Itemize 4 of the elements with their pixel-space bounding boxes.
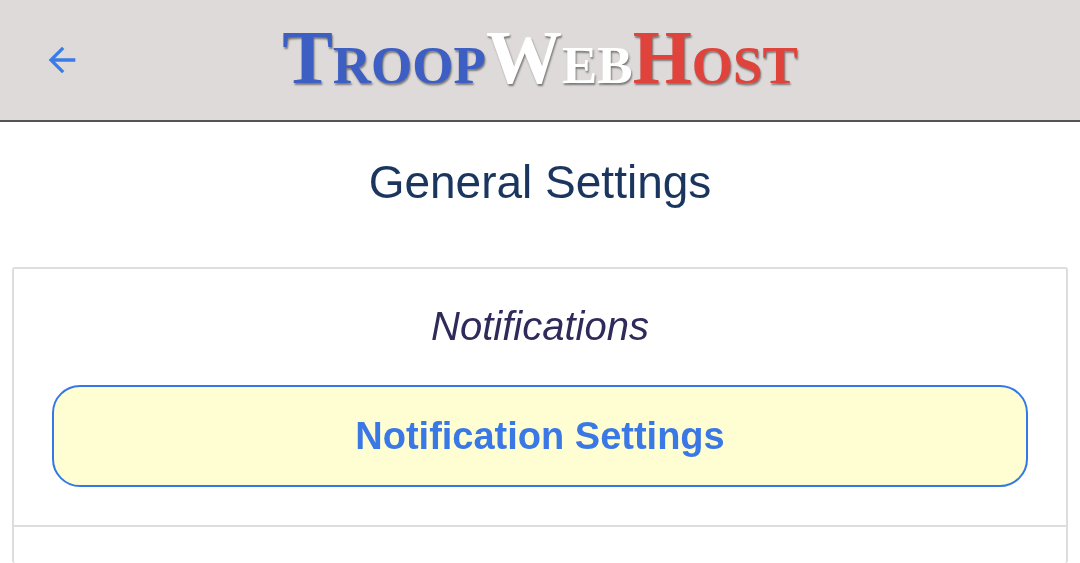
logo: TroopWebHost [282,19,798,95]
section-heading: Notifications [430,303,650,350]
notification-settings-button[interactable]: Notification Settings [52,385,1028,487]
page-title: General Settings [367,155,713,210]
